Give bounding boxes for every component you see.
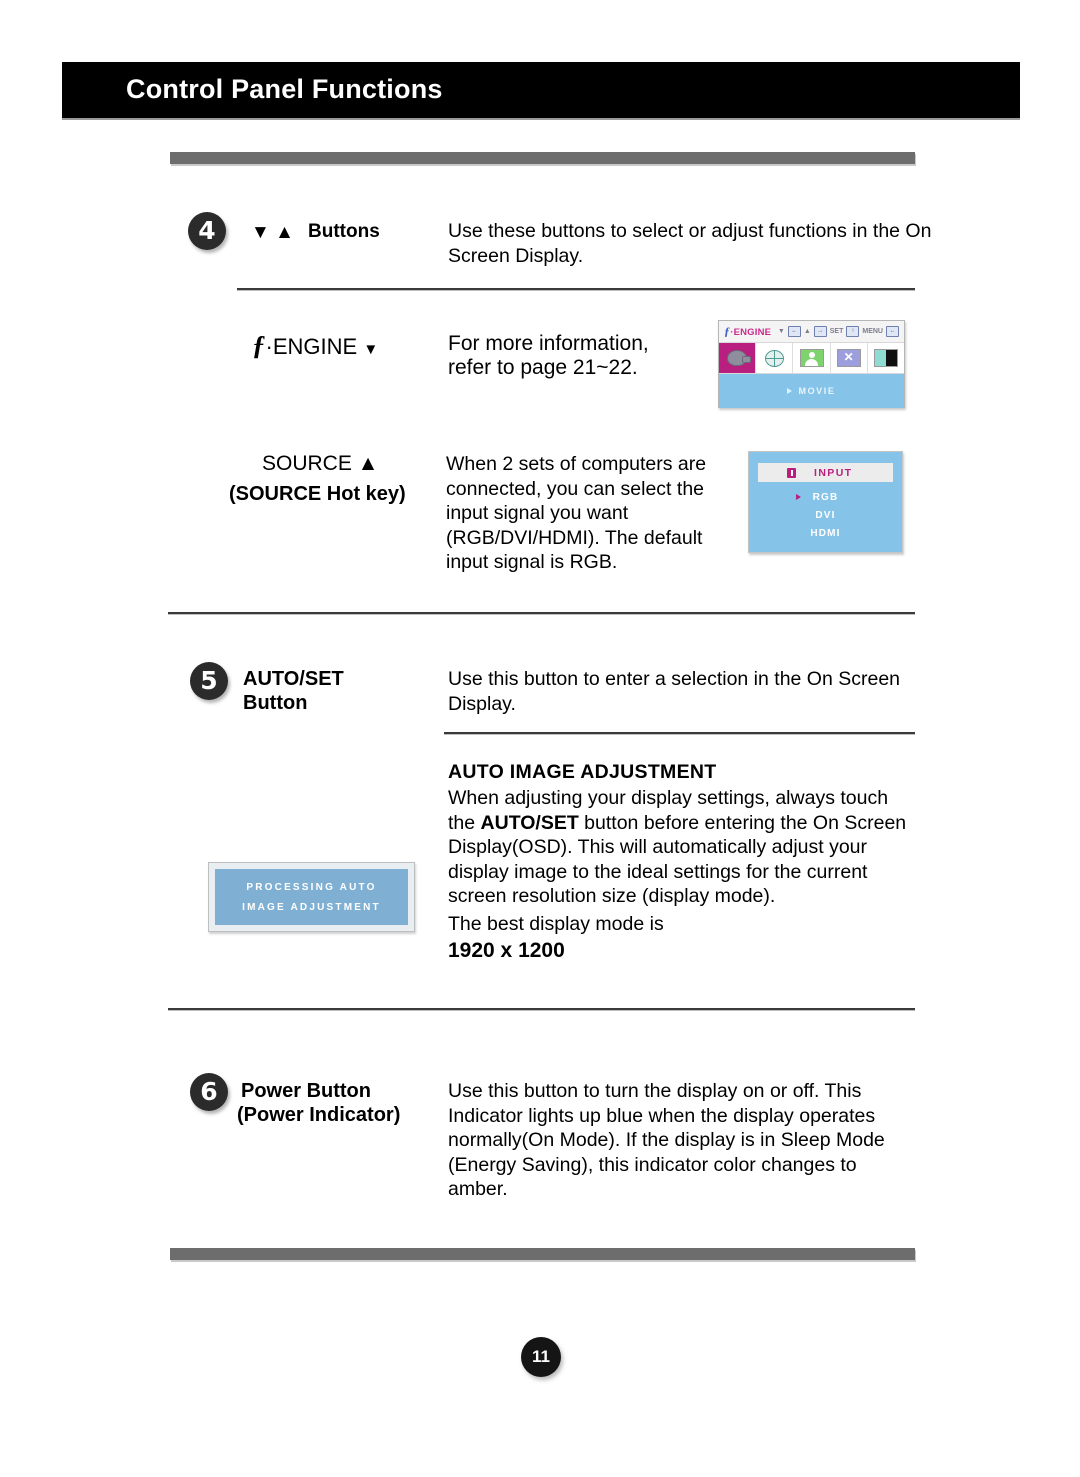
updown-buttons-description: Use these buttons to select or adjust fu… (448, 220, 932, 267)
fengine-osd-icon-row: ✕ (719, 343, 904, 374)
divider-before-auto-image (444, 732, 915, 734)
auto-image-adjustment-heading: AUTO IMAGE ADJUSTMENT (448, 761, 717, 783)
fengine-mode-demo-cell[interactable] (868, 343, 904, 373)
updown-buttons-arrows: ▼ ▲ (251, 222, 294, 243)
bottom-divider-bar (170, 1248, 915, 1260)
power-button-description: Use this button to turn the display on o… (448, 1080, 885, 1200)
fengine-text: ENGINE (272, 334, 358, 359)
top-divider-bar (170, 152, 915, 164)
fengine-down-arrow-icon: ▼ (363, 341, 379, 358)
best-display-mode-value: 1920 x 1200 (448, 939, 565, 962)
page-title: Control Panel Functions (126, 73, 443, 104)
fengine-mode-normal-cell[interactable]: ✕ (831, 343, 868, 373)
fengine-osd-title-text: ENGINE (733, 327, 772, 338)
fengine-osd-widget: ƒ·ENGINE ▼ ← ▲ → SET ↑ MENU ← ✕ MOVIE (718, 320, 905, 408)
selection-cursor-icon (796, 494, 801, 500)
fengine-mode-internet-cell[interactable] (756, 343, 794, 373)
fengine-osd-mode-bar: MOVIE (719, 374, 904, 408)
input-source-icon (787, 467, 796, 478)
mode-cursor-icon (787, 388, 793, 394)
close-x-icon: ✕ (836, 349, 861, 367)
fengine-osd-key-hints: ▼ ← ▲ → SET ↑ MENU ← (778, 326, 899, 337)
power-button-label-line1: Power Button (241, 1080, 371, 1102)
best-display-mode-text: The best display mode is (448, 913, 664, 935)
input-option-rgb-label: RGB (812, 492, 839, 503)
fengine-osd-titlebar: ƒ·ENGINE ▼ ← ▲ → SET ↑ MENU ← (719, 321, 904, 343)
section-badge-4: 4 (188, 212, 226, 250)
autoset-label-line2: Button (243, 692, 308, 714)
fengine-label: ƒ·ENGINE ▼ (252, 330, 378, 361)
page-number-badge: 11 (521, 1337, 561, 1377)
autoset-label-line1: AUTO/SET (243, 668, 344, 690)
input-osd-widget: INPUT RGB DVI HDMI (748, 451, 903, 553)
input-osd-titlebar: INPUT (758, 463, 893, 482)
fengine-mode-movie-cell[interactable] (719, 343, 757, 373)
input-option-dvi[interactable]: DVI (749, 510, 902, 521)
divider-after-autoset (168, 1008, 915, 1010)
auto-image-adjustment-body: When adjusting your display settings, al… (448, 786, 918, 909)
autoset-description: Use this button to enter a selection in … (448, 668, 901, 715)
contrast-split-icon (873, 349, 898, 367)
fengine-mode-user-cell[interactable] (793, 343, 831, 373)
osd-key-menu-label: MENU (862, 328, 883, 335)
fengine-osd-title: ƒ·ENGINE (724, 324, 771, 339)
fengine-dot-glyph: · (265, 334, 273, 359)
input-option-dvi-label: DVI (815, 510, 836, 521)
processing-line1: PROCESSING AUTO (246, 881, 377, 893)
osd-key-menu-box: ← (886, 326, 899, 337)
processing-line2: IMAGE ADJUSTMENT (242, 901, 381, 913)
input-option-rgb[interactable]: RGB (749, 492, 902, 503)
processing-auto-image-box: PROCESSING AUTO IMAGE ADJUSTMENT (208, 862, 415, 932)
fengine-f-glyph: ƒ (252, 330, 266, 360)
osd-key-up-arrow-icon: ▲ (803, 328, 811, 335)
source-description: When 2 sets of computers are connected, … (446, 453, 707, 573)
section-badge-5: 5 (190, 662, 228, 700)
osd-key-left-box: ← (787, 326, 801, 337)
input-osd-title: INPUT (814, 466, 853, 479)
page-header-bar: Control Panel Functions (62, 62, 1020, 118)
osd-key-down-arrow-icon: ▼ (777, 328, 785, 335)
updown-buttons-label: Buttons (308, 221, 380, 242)
divider-after-source (168, 612, 915, 614)
osd-key-set-label: SET (829, 328, 844, 335)
osd-key-set-box: ↑ (846, 326, 860, 337)
internet-globe-icon (764, 349, 784, 367)
user-person-icon (799, 349, 824, 367)
fengine-selected-mode: MOVIE (798, 386, 836, 396)
movie-icon (727, 350, 752, 366)
osd-key-right-box: → (813, 326, 827, 337)
auto-body-strong: AUTO/SET (480, 811, 579, 834)
input-option-hdmi[interactable]: HDMI (749, 528, 902, 539)
fengine-description-line2: refer to page 21~22. (448, 356, 638, 379)
fengine-description-line1: For more information, (448, 332, 649, 355)
source-label-line2: (SOURCE Hot key) (229, 483, 406, 505)
processing-box-inner: PROCESSING AUTO IMAGE ADJUSTMENT (215, 869, 408, 925)
section-badge-6: 6 (190, 1073, 228, 1111)
source-label-line1: SOURCE ▲ (262, 452, 379, 475)
divider-after-buttons (237, 288, 915, 290)
input-option-hdmi-label: HDMI (810, 528, 841, 539)
power-button-label-line2: (Power Indicator) (237, 1104, 401, 1126)
